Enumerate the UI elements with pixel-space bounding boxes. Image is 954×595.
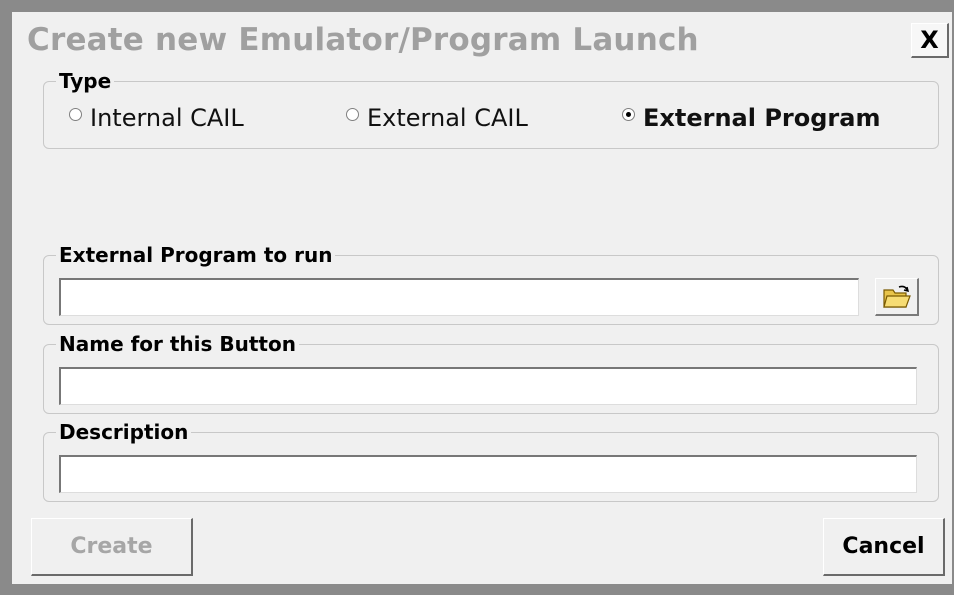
browse-button[interactable] xyxy=(875,278,919,316)
radio-internal-cail[interactable]: Internal CAIL xyxy=(69,104,244,132)
radio-internal-cail-indicator[interactable] xyxy=(69,107,82,121)
radio-external-cail[interactable]: External CAIL xyxy=(346,104,528,132)
close-button[interactable]: X xyxy=(911,23,949,58)
type-legend: Type xyxy=(56,69,115,93)
create-launch-dialog: Create new Emulator/Program Launch X Typ… xyxy=(12,12,952,584)
radio-external-program[interactable]: External Program xyxy=(622,104,880,132)
description-input[interactable] xyxy=(59,455,917,493)
external-program-legend: External Program to run xyxy=(56,243,336,267)
description-legend: Description xyxy=(56,420,192,444)
button-name-input[interactable] xyxy=(59,367,917,405)
external-program-input[interactable] xyxy=(59,278,859,316)
radio-external-program-indicator[interactable] xyxy=(622,107,635,121)
radio-external-program-label: External Program xyxy=(643,104,881,132)
type-group: Type Internal CAIL External CAIL Externa… xyxy=(43,69,939,149)
radio-external-cail-indicator[interactable] xyxy=(346,107,359,121)
button-name-legend: Name for this Button xyxy=(56,332,299,356)
create-button[interactable]: Create xyxy=(31,518,193,576)
folder-open-icon xyxy=(882,285,911,308)
radio-internal-cail-label: Internal CAIL xyxy=(90,104,244,132)
cancel-button[interactable]: Cancel xyxy=(823,518,945,576)
radio-external-cail-label: External CAIL xyxy=(367,104,528,132)
dialog-title: Create new Emulator/Program Launch xyxy=(27,22,699,58)
